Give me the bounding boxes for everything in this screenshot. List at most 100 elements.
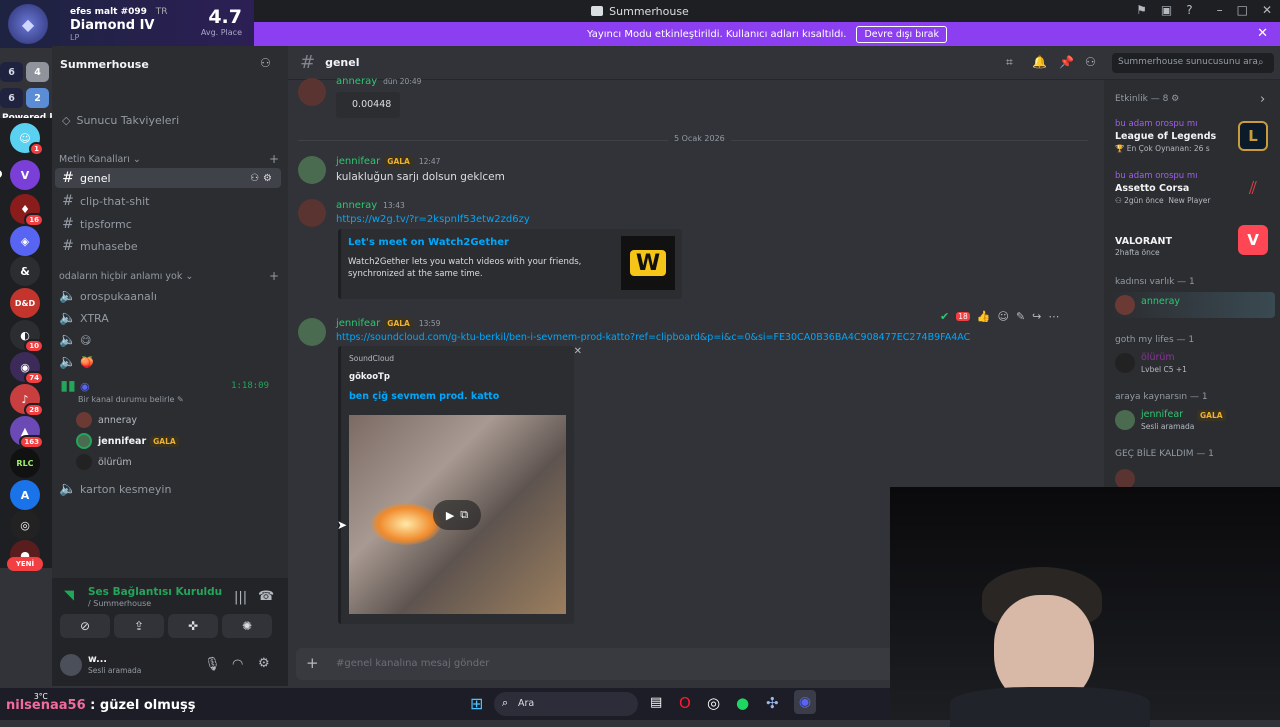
edit-icon[interactable]: ✎ <box>1016 310 1025 323</box>
member-row[interactable]: jennifear GALA Sesli aramada <box>1111 407 1275 433</box>
file-explorer-icon[interactable]: ▤ <box>650 695 662 710</box>
channel-genel[interactable]: # genel ⚇⚙ <box>55 168 281 188</box>
server-icon[interactable]: ◉ 74 <box>10 352 44 385</box>
close-window-icon[interactable]: ✕ <box>1262 3 1272 17</box>
activity-card-lol[interactable]: bu adam orospu mı League of Legends 🏆 En… <box>1111 114 1273 160</box>
discord-icon[interactable]: ◉ <box>794 690 816 714</box>
disable-button[interactable]: Devre dışı bırak <box>856 25 948 43</box>
server-icon[interactable]: A <box>10 480 40 510</box>
member-row[interactable]: ölürüm Lvbel C5 +1 <box>1111 350 1275 376</box>
thumbs-up-icon[interactable]: 👍 <box>977 310 991 323</box>
maximize-icon[interactable]: □ <box>1237 3 1248 17</box>
category-voice[interactable]: odaların hiçbir anlamı yok ⌄ + <box>59 269 279 283</box>
server-name[interactable]: Summerhouse <box>60 58 149 71</box>
category-text-channels[interactable]: Metin Kanalları ⌄ + <box>59 152 279 166</box>
add-member-icon[interactable]: ⚇ <box>260 56 271 70</box>
activity-card-assetto[interactable]: bu adam orospu mı Assetto Corsa ⚇ 2gün ö… <box>1111 166 1273 212</box>
embed-author[interactable]: gökooTp <box>349 372 390 382</box>
headphones-icon[interactable]: ◠ <box>232 657 243 672</box>
add-channel-icon[interactable]: + <box>269 152 279 166</box>
message-author[interactable]: jennifear GALA 12:47 <box>336 156 440 167</box>
spotify-icon[interactable]: ● <box>736 694 749 712</box>
voice-channel[interactable]: 🔈 😋 <box>55 330 281 350</box>
channel-tipsformc[interactable]: # tipsformc <box>55 214 281 234</box>
voice-user[interactable]: anneray <box>76 412 137 428</box>
voice-user[interactable]: ölürüm <box>76 454 132 470</box>
server-icon[interactable]: ☺ 1 <box>10 123 44 156</box>
minimize-icon[interactable]: – <box>1217 3 1223 17</box>
close-embed-icon[interactable]: ✕ <box>574 346 582 357</box>
windows-start-icon[interactable]: ⊞ <box>470 694 483 713</box>
pin-icon[interactable]: 📌 <box>1059 55 1074 69</box>
voice-channel[interactable]: 🔈 orospukaanalı <box>55 286 281 306</box>
steam-icon[interactable]: ◎ <box>707 694 720 712</box>
voice-channel-active[interactable]: ▮▮ ◉ 1:18:09 <box>55 376 281 396</box>
app-icon[interactable]: ✣ <box>766 694 779 712</box>
embed-title[interactable]: Let's meet on Watch2Gether <box>348 237 509 248</box>
avatar[interactable] <box>298 318 326 346</box>
soundboard-button[interactable]: ✺ <box>222 614 272 638</box>
disconnect-icon[interactable]: ☎ <box>258 589 274 604</box>
server-icon[interactable]: ◐ 10 <box>10 320 44 353</box>
message-author[interactable]: anneray 13:43 <box>336 200 405 211</box>
server-icon[interactable]: ◈ <box>10 226 40 256</box>
message-link[interactable]: https://w2g.tv/?r=2kspnlf53etw2zd6zy <box>336 214 530 225</box>
members-icon[interactable]: ⚇ <box>1085 55 1096 69</box>
server-icon[interactable]: D&D <box>10 288 40 318</box>
gear-icon[interactable]: ⚙ <box>263 173 276 184</box>
server-icon[interactable]: ▲ 163 <box>10 416 44 449</box>
attach-plus-icon[interactable]: + <box>306 654 319 672</box>
opera-icon[interactable]: O <box>679 694 691 712</box>
bell-icon[interactable]: 🔔 <box>1032 55 1047 69</box>
message-author[interactable]: anneray dün 20:49 <box>336 76 421 87</box>
help-icon[interactable]: ? <box>1186 3 1192 17</box>
threads-icon[interactable]: ⌗ <box>1006 55 1013 70</box>
noise-icon[interactable]: ||| <box>234 590 247 605</box>
server-icon[interactable]: RLC <box>10 448 40 478</box>
microphone-icon[interactable]: 🎙 <box>204 657 221 672</box>
avatar[interactable] <box>298 199 326 227</box>
invite-icon[interactable]: ⚇ <box>250 173 263 184</box>
server-icon[interactable]: ◎ <box>10 510 40 540</box>
settings-small-icon[interactable]: ⚙ <box>1171 94 1179 104</box>
close-icon[interactable]: ✕ <box>1257 26 1268 41</box>
server-icon[interactable]: V <box>10 160 40 190</box>
message-link[interactable]: https://soundcloud.com/g-ktu-berkil/ben-… <box>336 332 970 343</box>
message-author[interactable]: jennifear GALA 13:59 <box>336 318 440 329</box>
camera-button[interactable]: ⊘ <box>60 614 110 638</box>
channel-clip-that-shit[interactable]: # clip-that-shit <box>55 191 281 211</box>
screen-share-button[interactable]: ⇪ <box>114 614 164 638</box>
server-boosts[interactable]: ◇ Sunucu Takviyeleri <box>62 114 179 127</box>
inbox-icon[interactable]: ⚑ <box>1136 3 1147 17</box>
reply-icon[interactable]: ↪ <box>1032 310 1041 323</box>
activities-button[interactable]: ✜ <box>168 614 218 638</box>
channel-muhasebe[interactable]: # muhasebe <box>55 236 281 256</box>
settings-gear-icon[interactable]: ⚙ <box>258 656 270 671</box>
voice-channel[interactable]: 🔈 🍑 <box>55 352 281 372</box>
reaction-count[interactable]: 18 <box>956 311 970 321</box>
avatar[interactable] <box>60 654 82 676</box>
message-composer[interactable]: + #genel kanalına mesaj gönder <box>296 648 896 680</box>
voice-channel[interactable]: 🔈 karton kesmeyin <box>55 479 281 499</box>
play-button[interactable]: ▶ ⧉ <box>433 500 481 530</box>
check-reaction-icon[interactable]: ✔ <box>940 310 949 323</box>
server-icon[interactable]: ♦ 16 <box>10 194 44 227</box>
chevron-right-icon[interactable]: › <box>1260 92 1265 107</box>
screen-icon[interactable]: ▣ <box>1161 3 1172 17</box>
avatar[interactable] <box>298 156 326 184</box>
avatar[interactable] <box>1115 469 1135 489</box>
server-icon[interactable]: ♪ 28 <box>10 384 44 417</box>
embed-title[interactable]: ben çiğ sevmem prod. katto <box>349 391 499 402</box>
channel-status[interactable]: Bir kanal durumu belirle ✎ <box>78 395 184 404</box>
voice-user[interactable]: jennifear GALA <box>76 433 179 449</box>
server-icon[interactable]: & <box>10 256 40 286</box>
activity-card-valorant[interactable]: VALORANT 2hafta önce V <box>1111 218 1273 264</box>
more-icon[interactable]: ⋯ <box>1048 310 1059 323</box>
member-row[interactable]: anneray <box>1111 292 1275 318</box>
taskbar-search[interactable]: ⌕ Ara <box>494 692 638 716</box>
cover-art-image[interactable]: ▶ ⧉ <box>349 415 566 614</box>
add-reaction-icon[interactable]: ☺ <box>997 310 1008 323</box>
search-input[interactable]: Summerhouse sunucusunu ara <box>1112 53 1274 73</box>
add-channel-icon[interactable]: + <box>269 269 279 283</box>
voice-status[interactable]: Ses Bağlantısı Kuruldu <box>88 586 222 598</box>
